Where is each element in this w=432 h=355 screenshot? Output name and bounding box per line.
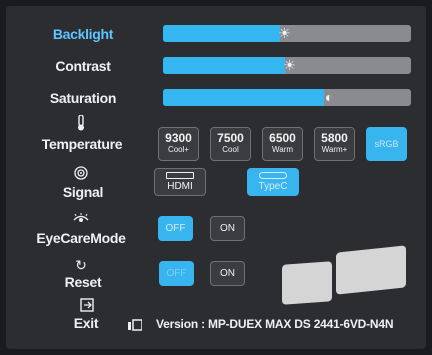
screen-glare [282, 261, 332, 305]
eye-icon [72, 213, 90, 228]
temp-5800-value: 5800 [321, 131, 348, 145]
temp-5800-sub: Warm+ [321, 145, 348, 154]
reset-label[interactable]: Reset [40, 274, 126, 290]
info-icon [128, 318, 143, 331]
exit-icon [78, 298, 96, 315]
eyecare-label[interactable]: EyeCareMode [22, 230, 140, 246]
temp-5800-button[interactable]: 5800 Warm+ [314, 127, 355, 161]
signal-icon [72, 166, 90, 183]
hdmi-port-icon [166, 172, 194, 179]
osd-panel: Backlight ☀ Contrast ☀ Saturation ◐ Temp… [6, 6, 426, 349]
typec-port-icon [259, 172, 287, 179]
half-circle-icon: ◐ [324, 89, 334, 105]
hdmi-label: HDMI [167, 181, 193, 192]
saturation-label[interactable]: Saturation [40, 90, 126, 106]
typec-label: TypeC [258, 181, 288, 192]
screen-glare [336, 245, 406, 295]
saturation-fill [163, 89, 325, 106]
exit-label[interactable]: Exit [56, 315, 116, 331]
typec-button[interactable]: TypeC [247, 168, 299, 196]
temp-9300-value: 9300 [165, 131, 192, 145]
eyecare-on-button[interactable]: ON [210, 216, 245, 241]
temp-9300-sub: Cool+ [167, 145, 190, 154]
temperature-label[interactable]: Temperature [32, 136, 132, 152]
temp-6500-value: 6500 [269, 131, 296, 145]
backlight-slider[interactable]: ☀ [163, 25, 411, 42]
reset-on-button[interactable]: ON [210, 261, 245, 286]
temp-7500-value: 7500 [217, 131, 244, 145]
temp-9300-button[interactable]: 9300 Cool+ [158, 127, 199, 161]
sun-icon: ☀ [278, 25, 291, 41]
temp-6500-sub: Warm [271, 145, 294, 154]
signal-label[interactable]: Signal [40, 184, 126, 200]
temp-srgb-button[interactable]: sRGB [366, 127, 407, 161]
contrast-label[interactable]: Contrast [40, 58, 126, 74]
thermometer-icon [73, 114, 89, 134]
backlight-fill [163, 25, 280, 42]
backlight-label[interactable]: Backlight [40, 26, 126, 42]
eyecare-off-button[interactable]: OFF [158, 216, 193, 241]
saturation-slider[interactable]: ◐ [163, 89, 411, 106]
version-text: Version : MP-DUEX MAX DS 2441-6VD-N4N [156, 317, 394, 331]
reset-icon: ↻ [75, 257, 87, 273]
temp-7500-button[interactable]: 7500 Cool [210, 127, 251, 161]
hdmi-button[interactable]: HDMI [154, 168, 206, 196]
contrast-fill [163, 57, 285, 74]
reset-off-button[interactable]: OFF [159, 261, 194, 286]
temp-7500-sub: Cool [222, 145, 239, 154]
contrast-slider[interactable]: ☀ [163, 57, 411, 74]
temp-6500-button[interactable]: 6500 Warm [262, 127, 303, 161]
sun-icon: ☀ [283, 57, 296, 73]
